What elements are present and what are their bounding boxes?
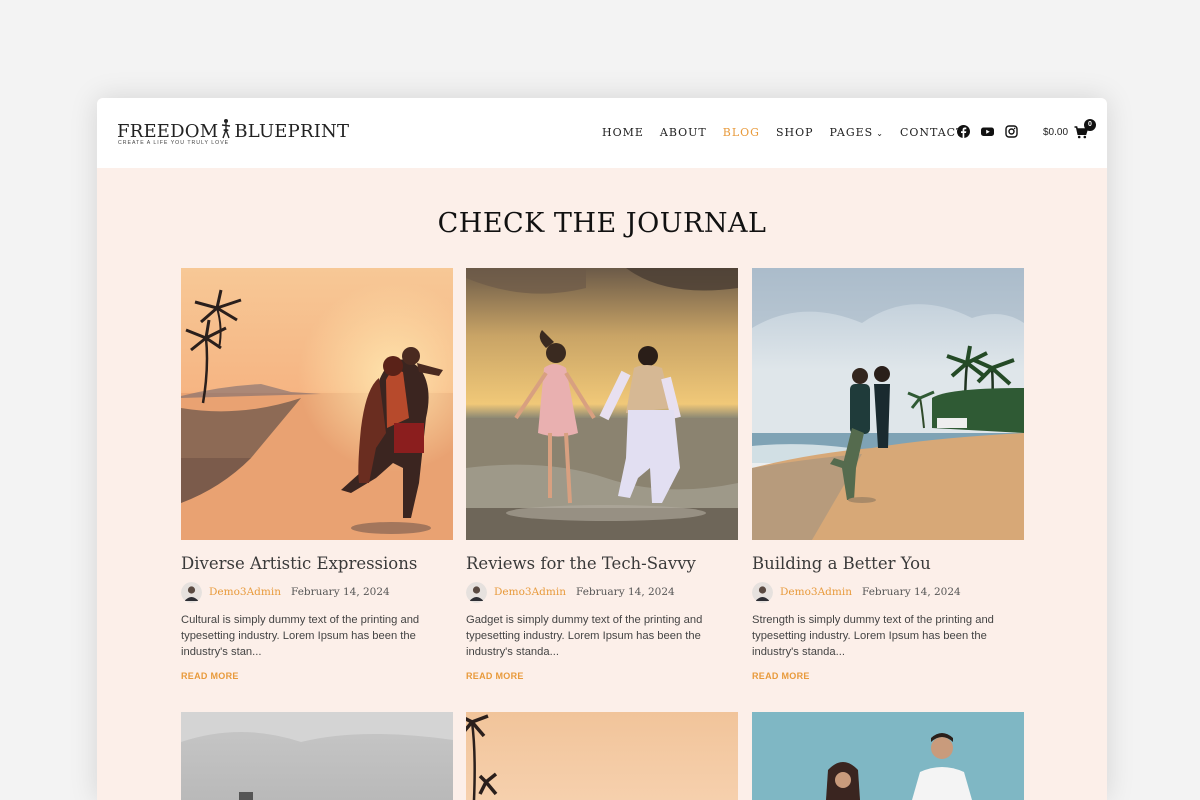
post-title[interactable]: Diverse Artistic Expressions	[181, 554, 453, 573]
site-logo[interactable]: FREEDOM BLUEPRINT CREATE A LIFE YOU TRULY…	[117, 118, 349, 150]
logo-wordmark: FREEDOM BLUEPRINT	[117, 118, 349, 142]
post-date: February 14, 2024	[290, 586, 390, 598]
dancer-icon	[222, 119, 231, 139]
post-image[interactable]	[752, 712, 1024, 800]
post-image[interactable]	[466, 268, 738, 540]
post-author[interactable]: Demo3Admin	[209, 586, 281, 598]
blog-card	[181, 712, 453, 800]
youtube-icon[interactable]	[981, 125, 994, 138]
site-header: FREEDOM BLUEPRINT CREATE A LIFE YOU TRULY…	[97, 98, 1107, 168]
post-title[interactable]: Building a Better You	[752, 554, 1024, 573]
nav-pages-label: PAGES	[829, 126, 874, 139]
nav-shop[interactable]: SHOP	[776, 126, 814, 142]
read-more-link[interactable]: READ MORE	[466, 671, 738, 681]
cart-total: $0.00	[1043, 127, 1069, 138]
avatar	[181, 581, 202, 603]
post-meta: Demo3Admin February 14, 2024	[181, 581, 453, 603]
nav-about[interactable]: ABOUT	[660, 126, 707, 142]
blog-card: Diverse Artistic Expressions Demo3Admin …	[181, 268, 453, 681]
post-image[interactable]	[181, 268, 453, 540]
nav-home[interactable]: HOME	[602, 126, 644, 142]
post-date: February 14, 2024	[575, 586, 675, 598]
post-excerpt: Gadget is simply dummy text of the print…	[466, 614, 703, 658]
blog-card: Building a Better You Demo3Admin Februar…	[752, 268, 1024, 681]
instagram-icon[interactable]	[1005, 125, 1018, 138]
chevron-down-icon: ⌄	[876, 129, 884, 138]
main-nav: HOME ABOUT BLOG SHOP PAGES ⌄ CONTACT	[602, 126, 980, 142]
nav-blog[interactable]: BLOG	[723, 126, 760, 142]
post-author[interactable]: Demo3Admin	[780, 586, 852, 598]
logo-tagline: CREATE A LIFE YOU TRULY LOVE	[118, 140, 230, 146]
social-links	[957, 125, 1018, 138]
post-meta: Demo3Admin February 14, 2024	[466, 581, 738, 603]
post-date: February 14, 2024	[861, 586, 961, 598]
post-excerpt: Cultural is simply dummy text of the pri…	[181, 614, 420, 658]
post-image[interactable]	[752, 268, 1024, 540]
blog-card	[466, 712, 738, 800]
avatar	[466, 581, 487, 603]
cart-count-badge: 0	[1084, 119, 1096, 131]
logo-text-left: FREEDOM	[117, 121, 219, 142]
post-image[interactable]	[466, 712, 738, 800]
post-excerpt: Strength is simply dummy text of the pri…	[752, 614, 994, 658]
blog-card: Reviews for the Tech-Savvy Demo3Admin Fe…	[466, 268, 738, 681]
facebook-icon[interactable]	[957, 125, 970, 138]
post-image[interactable]	[181, 712, 453, 800]
read-more-link[interactable]: READ MORE	[752, 671, 1024, 681]
post-title[interactable]: Reviews for the Tech-Savvy	[466, 554, 738, 573]
nav-contact[interactable]: CONTACT	[900, 126, 965, 142]
logo-text-right: BLUEPRINT	[234, 121, 350, 142]
read-more-link[interactable]: READ MORE	[181, 671, 453, 681]
post-meta: Demo3Admin February 14, 2024	[752, 581, 1024, 603]
blog-card	[752, 712, 1024, 800]
avatar	[752, 581, 773, 603]
section-title: CHECK THE JOURNAL	[437, 208, 767, 239]
nav-pages[interactable]: PAGES ⌄	[830, 126, 884, 142]
post-author[interactable]: Demo3Admin	[494, 586, 566, 598]
browser-window: FREEDOM BLUEPRINT CREATE A LIFE YOU TRULY…	[97, 98, 1107, 800]
